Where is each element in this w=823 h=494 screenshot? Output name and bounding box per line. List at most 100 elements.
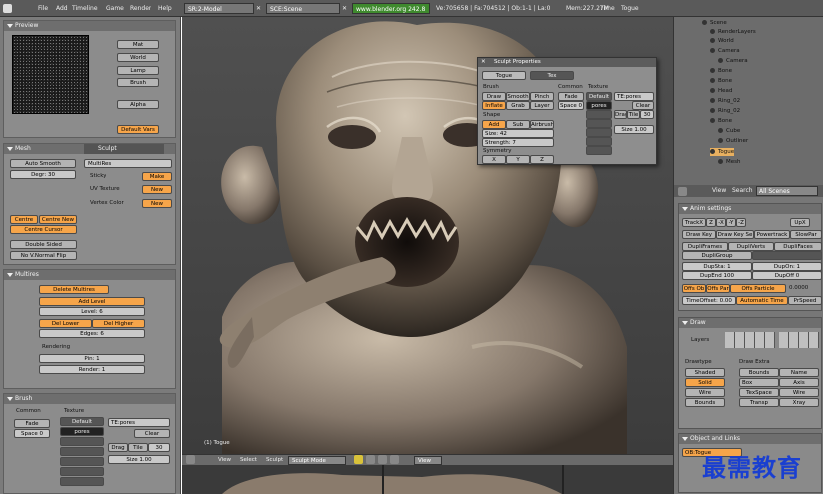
dupoff-field[interactable]: DupOff 0 <box>752 271 822 280</box>
outliner-menu-view[interactable]: View <box>712 185 726 197</box>
outliner-type-icon[interactable] <box>678 187 687 196</box>
prspeed-button[interactable]: PrSpeed <box>788 296 822 305</box>
extra-texspace[interactable]: TexSpace <box>739 388 779 397</box>
tile-button[interactable]: Tile <box>128 443 148 452</box>
extra-name[interactable]: Name <box>779 368 819 377</box>
outliner-item[interactable]: Camera <box>718 57 748 65</box>
offs-par-button[interactable]: Offs Par <box>706 284 730 293</box>
menu-timeline[interactable]: Timeline <box>72 0 98 17</box>
close-scene-icon[interactable]: ✕ <box>342 0 348 17</box>
sp-pinch-button[interactable]: Pinch <box>530 92 554 101</box>
draw-header[interactable]: Draw <box>679 318 821 328</box>
sp-strength-slider[interactable]: Strength: 7 <box>482 138 554 147</box>
sp-size-field[interactable]: Size 1.00 <box>614 125 654 134</box>
dupon-field[interactable]: DupOn: 1 <box>752 262 822 271</box>
trackx-button[interactable]: TrackX <box>682 218 706 227</box>
extra-wire[interactable]: Wire <box>779 388 819 397</box>
edges-field[interactable]: Edges: 6 <box>39 329 145 338</box>
screen-selector[interactable]: SR:2-Model <box>184 3 254 14</box>
render-field[interactable]: Render: 1 <box>39 365 145 374</box>
menu-help[interactable]: Help <box>158 0 172 17</box>
sp-grab-button[interactable]: Grab <box>506 101 530 110</box>
sp-tex-pores[interactable]: pores <box>586 101 612 110</box>
centre-new-button[interactable]: Centre New <box>39 215 77 224</box>
sp-tab-togue[interactable]: Togue <box>482 71 526 80</box>
sculpt-tab[interactable]: Sculpt <box>84 144 164 154</box>
blender-url[interactable]: www.blender.org 242.8 <box>352 3 430 14</box>
outliner-item[interactable]: Scene <box>702 19 727 27</box>
sp-brush-size-slider[interactable]: Size: 42 <box>482 129 554 138</box>
preview-lamp-button[interactable]: Lamp <box>117 66 159 75</box>
outliner-item[interactable]: Head <box>710 87 732 95</box>
pin-field[interactable]: Pin: 1 <box>39 354 145 363</box>
tile-value-field[interactable]: 30 <box>148 443 170 452</box>
sp-tile-value[interactable]: 30 <box>640 110 654 119</box>
drawtype-wire[interactable]: Wire <box>685 388 725 397</box>
level-field[interactable]: Level: 6 <box>39 307 145 316</box>
add-level-button[interactable]: Add Level <box>39 297 145 306</box>
degr-field[interactable]: Degr: 30 <box>10 170 76 179</box>
anim-settings-header[interactable]: Anim settings <box>679 204 821 214</box>
brush-header[interactable]: Brush <box>4 394 175 404</box>
offs-particle-button[interactable]: Offs Particle <box>730 284 786 293</box>
close-icon[interactable]: ✕ <box>481 58 486 67</box>
menu-game[interactable]: Game <box>106 0 124 17</box>
timeoffset-field[interactable]: TimeOffset: 0.00 <box>682 296 736 305</box>
auto-smooth-button[interactable]: Auto Smooth <box>10 159 76 168</box>
upx-button[interactable]: UpX <box>790 218 810 227</box>
default-vars-button[interactable]: Default Vars <box>117 125 159 134</box>
extra-bounds[interactable]: Bounds <box>739 368 779 377</box>
axis-negy-button[interactable]: -Y <box>726 218 736 227</box>
texture-slot-4[interactable] <box>60 447 104 456</box>
sp-tex-slot-3[interactable] <box>586 110 612 119</box>
sp-space-field[interactable]: Space 0 <box>558 101 584 110</box>
new-uv-button[interactable]: New <box>142 185 172 194</box>
sp-smooth-button[interactable]: Smooth <box>506 92 530 101</box>
size-field[interactable]: Size 1.00 <box>108 455 170 464</box>
texture-slot-3[interactable] <box>60 437 104 446</box>
extra-xray[interactable]: Xray <box>779 398 819 407</box>
dupsta-field[interactable]: DupSta: 1 <box>682 262 752 271</box>
automatic-time-button[interactable]: Automatic Time <box>736 296 788 305</box>
texture-slot-default[interactable]: Default <box>60 417 104 426</box>
dupend-field[interactable]: DupEnd 100 <box>682 271 752 280</box>
axis-z-button[interactable]: Z <box>706 218 716 227</box>
fade-button[interactable]: Fade <box>14 419 50 428</box>
multires-header[interactable]: Multires <box>4 270 175 280</box>
preview-mat-button[interactable]: Mat <box>117 40 159 49</box>
layer-buttons[interactable] <box>725 332 775 348</box>
sp-sym-x-button[interactable]: X <box>482 155 506 164</box>
del-higher-button[interactable]: Del Higher <box>92 319 145 328</box>
sp-tex-slot-4[interactable] <box>586 119 612 128</box>
sp-te-pores-field[interactable]: TE:pores <box>614 92 654 101</box>
draw-key-sel-button[interactable]: Draw Key Se <box>716 230 754 239</box>
offs-ob-button[interactable]: Offs Ob <box>682 284 706 293</box>
outliner-item[interactable]: Cube <box>718 127 740 135</box>
texture-slot-5[interactable] <box>60 457 104 466</box>
sp-fade-button[interactable]: Fade <box>558 92 584 101</box>
centre-button[interactable]: Centre <box>10 215 38 224</box>
sp-sym-y-button[interactable]: Y <box>506 155 530 164</box>
outliner-item[interactable]: Outliner <box>718 137 748 145</box>
outliner-item[interactable]: Camera <box>710 47 740 55</box>
sp-tab-tex[interactable]: Tex <box>530 71 574 80</box>
powertrack-button[interactable]: Powertrack <box>754 230 790 239</box>
slowpar-button[interactable]: SlowPar <box>790 230 822 239</box>
extra-transp[interactable]: Transp <box>739 398 779 407</box>
multires-field[interactable]: MultiRes <box>84 159 172 168</box>
dupliframes-button[interactable]: DupliFrames <box>682 242 728 251</box>
sp-tex-slot-7[interactable] <box>586 146 612 155</box>
outliner-item[interactable]: Mesh <box>718 158 740 166</box>
texture-slot-pores[interactable]: pores <box>60 427 104 436</box>
outliner-item[interactable]: Ring_02 <box>710 97 740 105</box>
preview-header[interactable]: Preview <box>4 21 175 31</box>
preview-brush-button[interactable]: Brush <box>117 78 159 87</box>
outliner-scenes-selector[interactable]: All Scenes <box>756 186 818 196</box>
sp-tex-default[interactable]: Default <box>586 92 612 101</box>
drawtype-shaded[interactable]: Shaded <box>685 368 725 377</box>
outliner-item[interactable]: Bone <box>710 117 732 125</box>
make-sticky-button[interactable]: Make <box>142 172 172 181</box>
outliner-item[interactable]: Bone <box>710 67 732 75</box>
mode-selector[interactable]: Sculpt Mode <box>288 456 346 465</box>
outliner-item[interactable]: World <box>710 37 734 45</box>
